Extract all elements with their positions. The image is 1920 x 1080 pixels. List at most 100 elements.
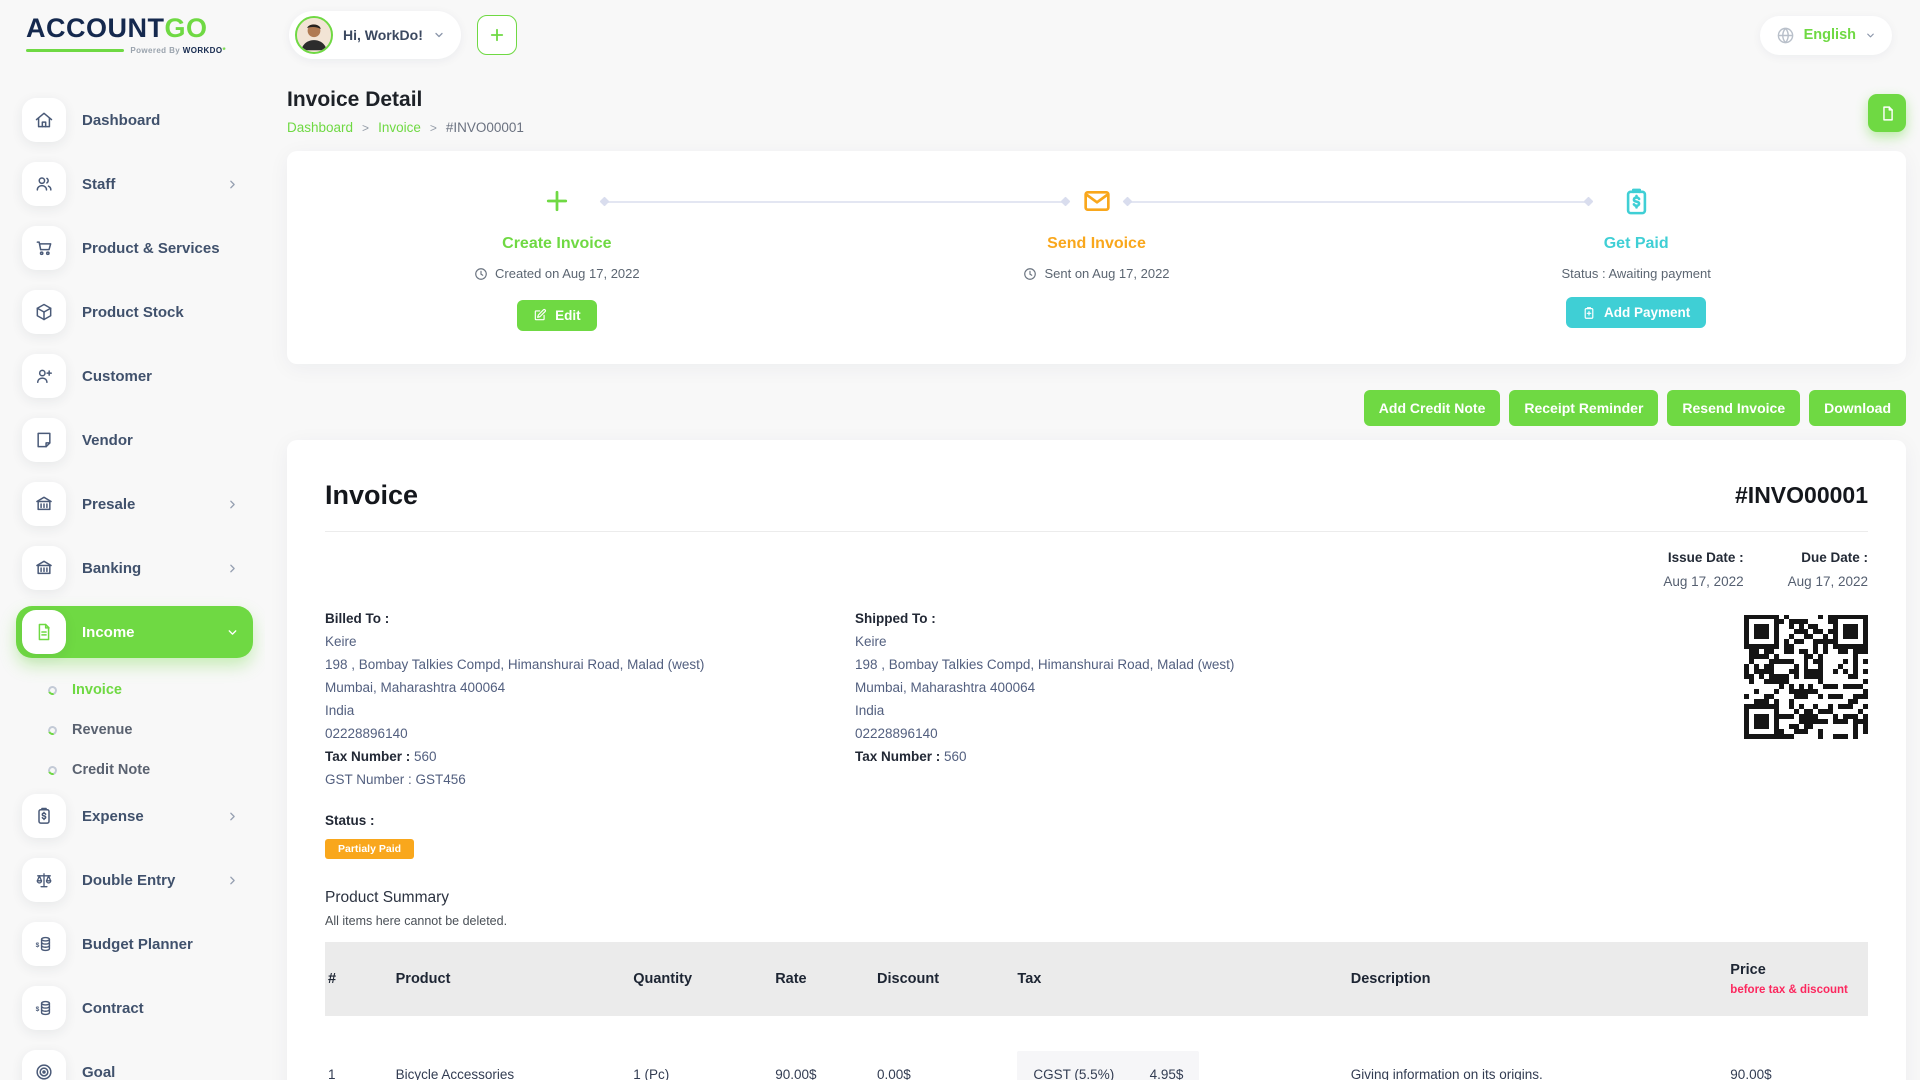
invoice-dates: Issue Date : Aug 17, 2022 Due Date : Aug… [325,550,1868,589]
price-note: before tax & discount [1730,984,1856,996]
globe-icon [1776,26,1795,45]
col-header-price: Price before tax & discount [1718,942,1868,1016]
sidebar: Dashboard Staff Product & Services Produ… [0,70,265,1080]
language-selector[interactable]: English [1760,16,1892,55]
cell-num: 1 [325,1016,384,1080]
shipped-to-label: Shipped To : [855,611,1698,626]
breadcrumb: Dashboard > Invoice > #INVO00001 [287,120,524,135]
col-header-discount: Discount [865,942,1005,1016]
users-icon [22,162,66,206]
add-payment-button[interactable]: Add Payment [1566,297,1706,328]
sidebar-item-banking[interactable]: Banking [16,542,253,594]
col-header-quantity: Quantity [621,942,763,1016]
billed-to-country: India [325,703,855,718]
envelope-icon [1081,185,1113,217]
col-header-description: Description [1339,942,1719,1016]
sidebar-item-goal[interactable]: Goal [16,1046,253,1080]
invoice-file-icon [22,610,66,654]
shipped-to-country: India [855,703,1698,718]
sidebar-item-label: Dashboard [82,112,160,129]
sidebar-subitem-credit-note[interactable]: Credit Note [0,750,265,790]
invoice-preview-button[interactable] [1868,94,1906,132]
sidebar-item-customer[interactable]: Customer [16,350,253,402]
clock-icon [474,267,488,281]
col-header-tax: Tax [1005,942,1338,1016]
breadcrumb-dashboard[interactable]: Dashboard [287,120,353,135]
sidebar-item-product-services[interactable]: Product & Services [16,222,253,274]
clock-icon [1023,267,1037,281]
resend-invoice-button[interactable]: Resend Invoice [1667,390,1800,426]
brand-name: ACCOUNTGO [26,15,265,42]
cell-price: 90.00$ [1718,1016,1868,1080]
col-header-rate: Rate [763,942,865,1016]
user-menu-button[interactable]: Hi, WorkDo! [289,11,461,59]
sidebar-subitem-invoice[interactable]: Invoice [0,670,265,710]
sidebar-item-double-entry[interactable]: Double Entry [16,854,253,906]
svg-text:$: $ [36,1006,40,1013]
brand-name-primary: ACCOUNT [26,13,165,43]
chevron-right-icon [226,562,239,575]
brand-underline [26,49,124,52]
powered-by-label: Powered By [130,46,180,55]
sidebar-item-vendor[interactable]: Vendor [16,414,253,466]
powered-by-brand: WORKDO [183,46,223,55]
billed-to-address2: Mumbai, Maharashtra 400064 [325,680,855,695]
invoice-actions: Add Credit Note Receipt Reminder Resend … [287,390,1906,426]
box-icon [22,290,66,334]
language-label: English [1804,27,1856,43]
breadcrumb-separator: > [430,121,437,135]
table-header-row: # Product Quantity Rate Discount Tax Des… [325,942,1868,1016]
col-header-product: Product [384,942,622,1016]
product-summary-table: # Product Quantity Rate Discount Tax Des… [325,942,1868,1080]
sidebar-item-label: Goal [82,1064,115,1080]
timeline-step-send: Send Invoice Sent on Aug 17, 2022 [827,151,1367,364]
quick-add-button[interactable] [477,15,517,55]
timeline-step-meta: Status : Awaiting payment [1562,266,1711,281]
breadcrumb-invoice[interactable]: Invoice [378,120,421,135]
sidebar-item-budget-planner[interactable]: $ Budget Planner [16,918,253,970]
edit-pencil-icon [533,308,547,322]
sidebar-item-contract[interactable]: $ Contract [16,982,253,1034]
sidebar-subitem-label: Credit Note [72,762,150,778]
sidebar-item-staff[interactable]: Staff [16,158,253,210]
receipt-reminder-button[interactable]: Receipt Reminder [1509,390,1658,426]
invoice-number: #INVO00001 [1735,482,1868,509]
timeline-step-title: Create Invoice [287,235,827,253]
cart-icon [22,226,66,270]
coins-dollar-icon: $ [22,986,66,1030]
due-date-label: Due Date : [1788,550,1868,565]
divider [325,531,1868,532]
cell-discount: 0.00$ [865,1016,1005,1080]
sidebar-item-presale[interactable]: Presale [16,478,253,530]
sidebar-subitem-revenue[interactable]: Revenue [0,710,265,750]
billed-to-block: Billed To : Keire 198 , Bombay Talkies C… [325,611,855,787]
col-header-num: # [325,942,384,1016]
sidebar-item-income[interactable]: Income [16,606,253,658]
billed-to-phone: 02228896140 [325,726,855,741]
brand-logo: ACCOUNTGO Powered By WORKDO* [0,0,265,70]
sidebar-item-label: Contract [82,1000,144,1017]
breadcrumb-separator: > [362,121,369,135]
timeline-connector [1126,201,1591,203]
table-row: 1 Bicycle Accessories 1 (Pc) 90.00$ 0.00… [325,1016,1868,1080]
chevron-down-icon [1865,30,1876,41]
sidebar-item-dashboard[interactable]: Dashboard [16,94,253,146]
home-icon [22,98,66,142]
chevron-right-icon [226,498,239,511]
status-badge: Partialy Paid [325,839,414,859]
clipboard-dollar-icon [22,794,66,838]
tax-box: CGST (5.5%) 4.95$ [1017,1051,1199,1080]
brand-tagline: Powered By WORKDO* [26,46,226,55]
sidebar-item-label: Presale [82,496,135,513]
chevron-right-icon [226,178,239,191]
bullet-icon [47,724,59,736]
download-button[interactable]: Download [1809,390,1906,426]
edit-invoice-button[interactable]: Edit [517,300,597,331]
timeline-step-meta: Sent on Aug 17, 2022 [1023,266,1169,281]
cell-rate: 90.00$ [763,1016,865,1080]
sidebar-item-expense[interactable]: Expense [16,790,253,842]
billed-to-gst-number: GST Number : GST456 [325,772,855,787]
sidebar-item-product-stock[interactable]: Product Stock [16,286,253,338]
chevron-right-icon [226,810,239,823]
add-credit-note-button[interactable]: Add Credit Note [1364,390,1501,426]
